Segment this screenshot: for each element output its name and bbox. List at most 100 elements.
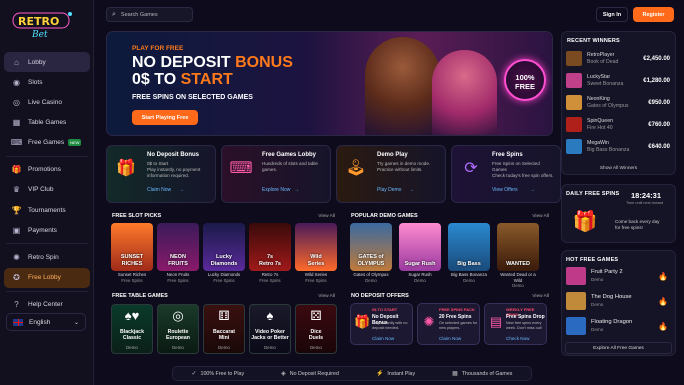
offer-link[interactable]: Claim Now <box>372 336 394 341</box>
hero-line2b: START <box>180 71 233 88</box>
language-selector[interactable]: English ⌄ <box>6 313 86 331</box>
offer-card[interactable]: 🎁 0$ TO START No Deposit Bonus Play instant… <box>350 303 413 345</box>
language-label: English <box>29 318 51 326</box>
sidebar-item-promotions[interactable]: 🎁 Promotions <box>4 160 90 180</box>
hero-line1b: BONUS <box>235 54 293 71</box>
winner-amount: €1,280.00 <box>643 77 670 84</box>
winner-row: RetroPlayer Book of Dead €2,450.00 <box>566 49 673 68</box>
promo-desc: Try games in demo mode. Practice without… <box>377 161 431 172</box>
promo-link[interactable]: Explore Now <box>262 187 290 193</box>
live-icon: ◎ <box>13 97 20 107</box>
game-art-title: WANTED <box>506 260 530 267</box>
game-tile[interactable]: GATES of OLYMPUS <box>350 223 392 271</box>
hot-game-row[interactable]: Fruit Party 2 Demo 🔥 <box>566 266 673 286</box>
promo-card-free-spins[interactable]: ⟳ Free Spins Free Spins on Selected Games … <box>451 145 561 203</box>
explore-all-free-games-button[interactable]: Explore All Free Games <box>565 342 672 354</box>
nav-divider <box>6 290 88 292</box>
sidebar-item-table-games[interactable]: ▦ Table Games <box>4 113 90 133</box>
sidebar-item-free-games[interactable]: ⌨ Free Games NEW <box>4 133 90 153</box>
game-name: Retro 7s Free Spins <box>249 272 291 283</box>
view-all-link[interactable]: View All <box>318 294 335 299</box>
table-game-name: Baccarat Mini <box>213 329 235 342</box>
game-thumbnail <box>566 139 582 154</box>
start-playing-button[interactable]: Start Playing Free <box>132 110 198 125</box>
sidebar-item-slots[interactable]: ◉ Slots <box>4 72 90 92</box>
view-all-link[interactable]: View All <box>532 294 549 299</box>
sidebar-item-label: Slots <box>28 78 43 86</box>
table-game-tile[interactable]: ◎ Roulette European Demo <box>157 304 199 354</box>
hot-game-row[interactable]: Floating Dragon Demo 🔥 <box>566 316 673 336</box>
sidebar-item-tournaments[interactable]: 🏆 Tournaments <box>4 200 90 220</box>
promo-card-no-deposit-bonus[interactable]: 🎁 No Deposit Bonus 0$ to Start Play instan… <box>106 145 216 203</box>
sidebar-item-lobby[interactable]: ⌂ Lobby <box>4 52 90 72</box>
offer-link[interactable]: Check Now <box>506 336 530 341</box>
logo-text-top: RETRO <box>18 15 59 28</box>
promo-link[interactable]: Claim Now <box>147 187 171 193</box>
retro-bet-logo[interactable]: RETRO Bet <box>10 9 76 41</box>
new-badge: NEW <box>68 139 82 147</box>
feature-label: Instant Play <box>387 370 416 377</box>
offer-card[interactable]: ▤ WEEKLY FREE SPINS Free Spins Drop New fre… <box>484 303 547 345</box>
promo-card-demo-play[interactable]: 🕹 Demo Play Try games in demo mode. Practi… <box>336 145 446 203</box>
winner-game: Big Bass Bonanza <box>587 146 630 153</box>
hot-free-games-panel: HOT FREE GAMES Fruit Party 2 Demo 🔥 The Dog… <box>561 250 676 356</box>
game-name: Big Bass Bonanza Demo <box>448 272 490 283</box>
hot-game-row[interactable]: The Dog House Demo 🔥 <box>566 291 673 311</box>
crown-icon: ♛ <box>12 185 21 195</box>
daily-message: Come back every day for free spins! <box>615 219 660 230</box>
view-all-link[interactable]: View All <box>532 214 549 219</box>
sidebar-item-help-center[interactable]: ? Help Center <box>4 295 90 315</box>
show-all-winners-link[interactable]: Show All Winners <box>562 166 675 171</box>
promo-link[interactable]: Play Demo <box>377 187 401 193</box>
game-tile[interactable]: NEON FRUITS <box>157 223 199 271</box>
hero-subtitle: FREE SPINS ON SELECTED GAMES <box>132 94 253 101</box>
game-tile[interactable]: 7s Retro 7s <box>249 223 291 271</box>
game-art-title: SUNSET RICHES <box>120 254 144 267</box>
promo-desc: Free Spins on Selected Games Check today… <box>492 161 554 178</box>
winner-game: Sweet Bonanza <box>587 80 624 87</box>
game-thumbnail <box>566 95 582 110</box>
sidebar-item-payments[interactable]: ▣ Payments <box>4 220 90 240</box>
promo-title: Free Games Lobby <box>262 152 317 158</box>
table-game-tile[interactable]: ♠ Video Poker Jacks or Better Demo <box>249 304 291 354</box>
arrow-right-icon: → <box>294 187 299 193</box>
promo-title: Demo Play <box>377 152 408 158</box>
table-game-tag: Demo <box>172 345 184 350</box>
hero-banner[interactable]: PLAY FOR FREE NO DEPOSIT BONUS 0$ TO STA… <box>106 31 553 136</box>
winner-row: LuckyStar Sweet Bonanza €1,280.00 <box>566 71 673 90</box>
promo-card-free-games-lobby[interactable]: ⌨ Free Games Lobby Hundreds of slots and t… <box>221 145 331 203</box>
help-icon: ? <box>14 300 19 309</box>
table-game-tile[interactable]: ♠♥ Blackjack Classic Demo <box>111 304 153 354</box>
sidebar-item-vip-club[interactable]: ♛ VIP Club <box>4 180 90 200</box>
hot-game-tag: Demo <box>591 302 604 307</box>
game-tag: Demo <box>414 277 426 283</box>
game-tile[interactable]: Big Bass <box>448 223 490 271</box>
game-tile[interactable]: Wild Series <box>295 223 337 271</box>
game-thumbnail <box>566 267 586 285</box>
signin-button[interactable]: Sign In <box>596 7 628 22</box>
game-tile[interactable]: SUNSET RICHES <box>111 223 153 271</box>
feature-item: ✓ 100% Free to Play <box>192 370 245 378</box>
game-tile[interactable]: Lucky Diamonds <box>203 223 245 271</box>
sidebar-item-free-lobby[interactable]: ✪ Free Lobby <box>4 267 90 288</box>
trophy-icon: 🏆 <box>11 205 22 215</box>
offer-link[interactable]: Claim Now <box>439 336 461 341</box>
table-game-tile[interactable]: ⚅ Baccarat Mini Demo <box>203 304 245 354</box>
game-tag: Free Spins <box>259 277 281 283</box>
search-input[interactable]: ⌕ Search Games <box>106 7 193 22</box>
hero-line1a: NO DEPOSIT <box>132 54 236 71</box>
game-tile[interactable]: WANTED <box>497 223 539 271</box>
view-all-link[interactable]: View All <box>318 214 335 219</box>
register-button[interactable]: Register <box>633 7 674 22</box>
hero-title: NO DEPOSIT BONUS 0$ TO START <box>132 54 293 88</box>
game-thumbnail <box>566 117 582 132</box>
sidebar: RETRO Bet ⌂ Lobby ◉ Slots ◎ Live Casino ▦ Table… <box>0 0 94 385</box>
winner-amount: €950.00 <box>648 99 670 106</box>
sidebar-item-retro-spin[interactable]: ✺ Retro Spin <box>4 247 90 267</box>
table-game-tile[interactable]: ⚄ Dice Duels Demo <box>295 304 337 354</box>
game-tile[interactable]: Sugar Rush <box>399 223 441 271</box>
sidebar-item-live-casino[interactable]: ◎ Live Casino <box>4 92 90 112</box>
game-tag: Demo <box>512 283 524 288</box>
offer-card[interactable]: ✺ FREE SPINS PACK 20 Free Spins On selected… <box>417 303 480 345</box>
promo-link[interactable]: View Offers <box>492 187 518 193</box>
